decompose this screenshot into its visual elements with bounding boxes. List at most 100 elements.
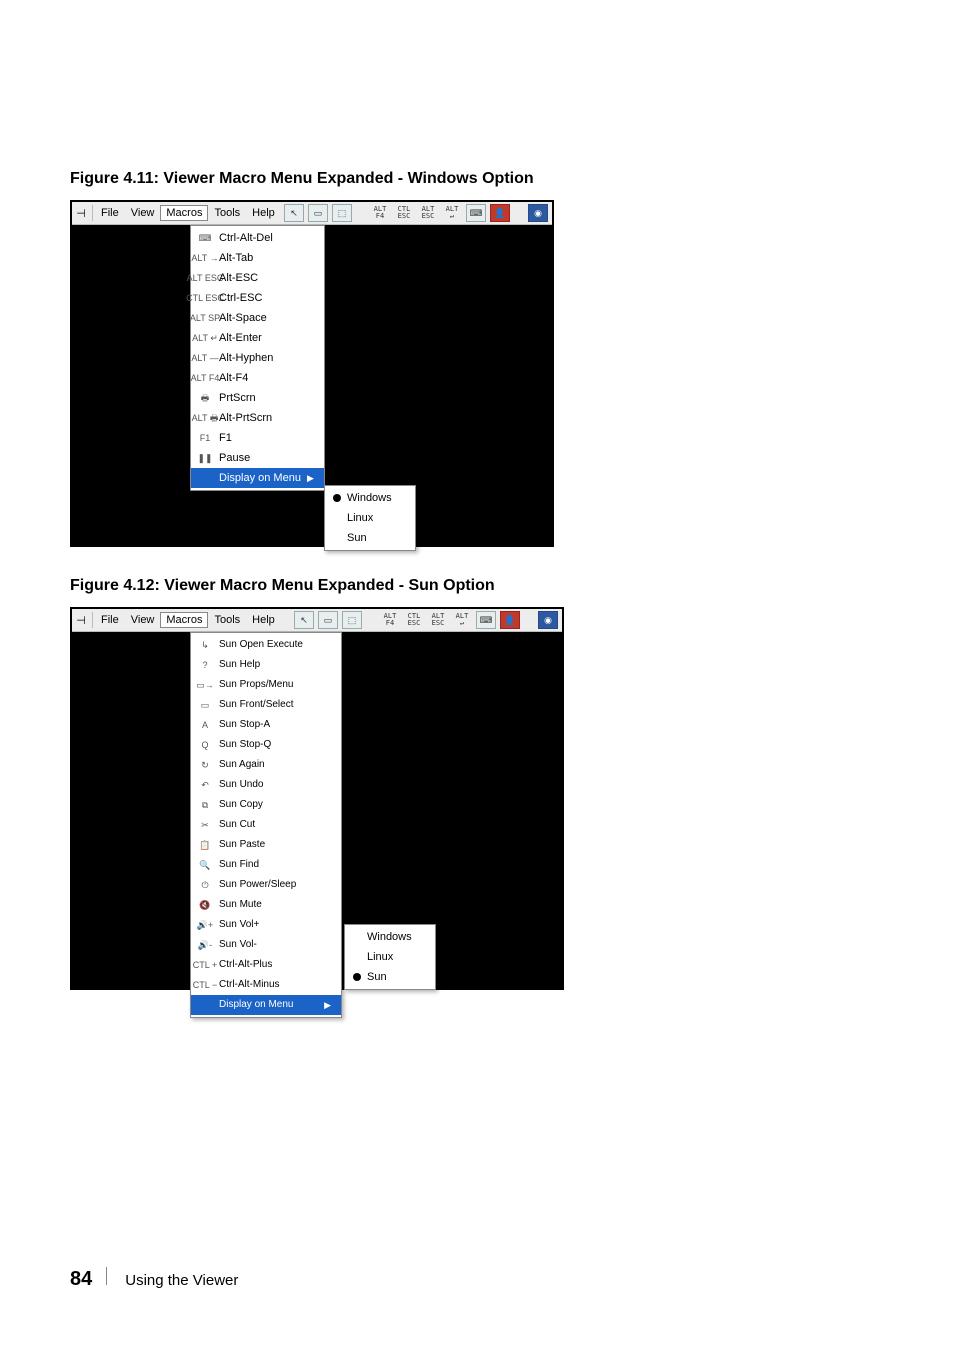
macro-item[interactable]: ALT ESCAlt-ESC (191, 268, 324, 288)
alt-prtscrn-icon: ALT 🖶 (197, 410, 213, 426)
window-icon[interactable]: ▭ (318, 611, 338, 629)
pin-icon[interactable]: ⊣ (72, 614, 90, 627)
sun-open-execute-icon: ↳ (197, 637, 213, 653)
record-icon[interactable]: ◉ (538, 611, 558, 629)
altenter-icon[interactable]: ALT ↵ (442, 204, 462, 222)
cursor-icon[interactable]: ↖ (284, 204, 304, 222)
menu-file[interactable]: File (95, 612, 125, 628)
altf4-icon[interactable]: ALT F4 (380, 611, 400, 629)
menu-view[interactable]: View (125, 612, 161, 628)
sun-help-icon: ? (197, 657, 213, 673)
user-icon[interactable]: 👤 (500, 611, 520, 629)
macro-item[interactable]: ALT SPAlt-Space (191, 308, 324, 328)
select-icon[interactable]: ⬚ (332, 204, 352, 222)
toolbar-icon-group: ↖ ▭ ⬚ ALT F4 CTL ESC ALT ESC ALT ↵ ⌨ 👤 ◉ (294, 611, 562, 629)
menu-macros[interactable]: Macros (160, 612, 208, 628)
menu-tools[interactable]: Tools (208, 205, 246, 221)
page-footer: 84 Using the Viewer (70, 1267, 238, 1291)
sun-undo-icon: ↶ (197, 777, 213, 793)
submenu-linux[interactable]: Linux (345, 947, 435, 967)
user-icon[interactable]: 👤 (490, 204, 510, 222)
macro-item[interactable]: ↻Sun Again (191, 755, 341, 775)
ctlesc-icon[interactable]: CTL ESC (394, 204, 414, 222)
keyboard-icon[interactable]: ⌨ (466, 204, 486, 222)
select-icon[interactable]: ⬚ (342, 611, 362, 629)
altenter-icon[interactable]: ALT ↵ (452, 611, 472, 629)
macro-item[interactable]: ALT ↵Alt-Enter (191, 328, 324, 348)
macro-item[interactable]: QSun Stop-Q (191, 735, 341, 755)
macro-item[interactable]: 🔍Sun Find (191, 855, 341, 875)
keyboard-icon[interactable]: ⌨ (476, 611, 496, 629)
submenu-sun[interactable]: Sun (325, 528, 415, 548)
altesc-icon[interactable]: ALT ESC (418, 204, 438, 222)
screenshot-windows-option: ⊣ File View Macros Tools Help ↖ ▭ ⬚ ALT … (70, 200, 554, 547)
f1-icon: F1 (197, 430, 213, 446)
macro-item[interactable]: 🔊+Sun Vol+ (191, 915, 341, 935)
toolbar-separator (92, 205, 93, 221)
macro-item[interactable]: ALT F4Alt-F4 (191, 368, 324, 388)
macro-item[interactable]: ⏻Sun Power/Sleep (191, 875, 341, 895)
menu-file[interactable]: File (95, 205, 125, 221)
page-number: 84 (70, 1268, 92, 1291)
menu-help[interactable]: Help (246, 612, 281, 628)
menu-macros[interactable]: Macros (160, 205, 208, 221)
viewer-toolbar: ⊣ File View Macros Tools Help ↖ ▭ ⬚ ALT … (72, 202, 552, 225)
submenu-windows[interactable]: Windows (345, 927, 435, 947)
menu-view[interactable]: View (125, 205, 161, 221)
macro-item[interactable]: 🖶PrtScrn (191, 388, 324, 408)
macro-item[interactable]: ✂Sun Cut (191, 815, 341, 835)
macro-item[interactable]: F1F1 (191, 428, 324, 448)
radio-selected-icon (333, 494, 341, 502)
macro-item[interactable]: ALT 🖶Alt-PrtScrn (191, 408, 324, 428)
toolbar-separator (92, 612, 93, 628)
window-icon[interactable]: ▭ (308, 204, 328, 222)
cursor-icon[interactable]: ↖ (294, 611, 314, 629)
sun-find-icon: 🔍 (197, 857, 213, 873)
macro-item[interactable]: ▭→Sun Props/Menu (191, 675, 341, 695)
alt-tab-icon: ALT → (197, 250, 213, 266)
macro-item[interactable]: ?Sun Help (191, 655, 341, 675)
sun-vol-down-icon: 🔊- (197, 937, 213, 953)
macro-item[interactable]: CTL −Ctrl-Alt-Minus (191, 975, 341, 995)
macro-item[interactable]: ⌨Ctrl-Alt-Del (191, 228, 324, 248)
display-on-menu-item[interactable]: Display on Menu ▶ (191, 468, 324, 488)
record-icon[interactable]: ◉ (528, 204, 548, 222)
altf4-icon[interactable]: ALT F4 (370, 204, 390, 222)
submenu-sun[interactable]: Sun (345, 967, 435, 987)
macro-item[interactable]: 🔊-Sun Vol- (191, 935, 341, 955)
macro-item[interactable]: ↳Sun Open Execute (191, 635, 341, 655)
macro-item[interactable]: ALT —Alt-Hyphen (191, 348, 324, 368)
macro-item[interactable]: 🔇Sun Mute (191, 895, 341, 915)
menu-help[interactable]: Help (246, 205, 281, 221)
submenu-linux[interactable]: Linux (325, 508, 415, 528)
ctrl-esc-icon: CTL ESC (197, 290, 213, 306)
macro-item[interactable]: ❚❚Pause (191, 448, 324, 468)
ctlesc-icon[interactable]: CTL ESC (404, 611, 424, 629)
footer-divider (106, 1267, 107, 1285)
alt-enter-icon: ALT ↵ (197, 330, 213, 346)
macro-item[interactable]: ↶Sun Undo (191, 775, 341, 795)
macro-item[interactable]: ALT →Alt-Tab (191, 248, 324, 268)
menu-tools[interactable]: Tools (208, 612, 246, 628)
macro-item[interactable]: ASun Stop-A (191, 715, 341, 735)
macro-item[interactable]: 📋Sun Paste (191, 835, 341, 855)
altesc-icon[interactable]: ALT ESC (428, 611, 448, 629)
macro-item[interactable]: ⧉Sun Copy (191, 795, 341, 815)
prtscrn-icon: 🖶 (197, 390, 213, 406)
macro-item[interactable]: CTL ESCCtrl-ESC (191, 288, 324, 308)
macro-item[interactable]: ▭Sun Front/Select (191, 695, 341, 715)
sun-front-select-icon: ▭ (197, 697, 213, 713)
macro-item[interactable]: CTL +Ctrl-Alt-Plus (191, 955, 341, 975)
display-on-menu-submenu: Windows Linux Sun (324, 485, 416, 551)
submenu-windows[interactable]: Windows (325, 488, 415, 508)
radio-empty-icon (353, 933, 361, 941)
radio-selected-icon (353, 973, 361, 981)
screenshot-sun-option: ⊣ File View Macros Tools Help ↖ ▭ ⬚ ALT … (70, 607, 564, 990)
figure-4-11-caption: Figure 4.11: Viewer Macro Menu Expanded … (70, 170, 884, 188)
figure-4-12-caption: Figure 4.12: Viewer Macro Menu Expanded … (70, 577, 884, 595)
display-on-menu-item[interactable]: Display on Menu ▶ (191, 995, 341, 1015)
pin-icon[interactable]: ⊣ (72, 207, 90, 220)
radio-empty-icon (333, 534, 341, 542)
alt-f4-icon: ALT F4 (197, 370, 213, 386)
sun-stop-a-icon: A (197, 717, 213, 733)
